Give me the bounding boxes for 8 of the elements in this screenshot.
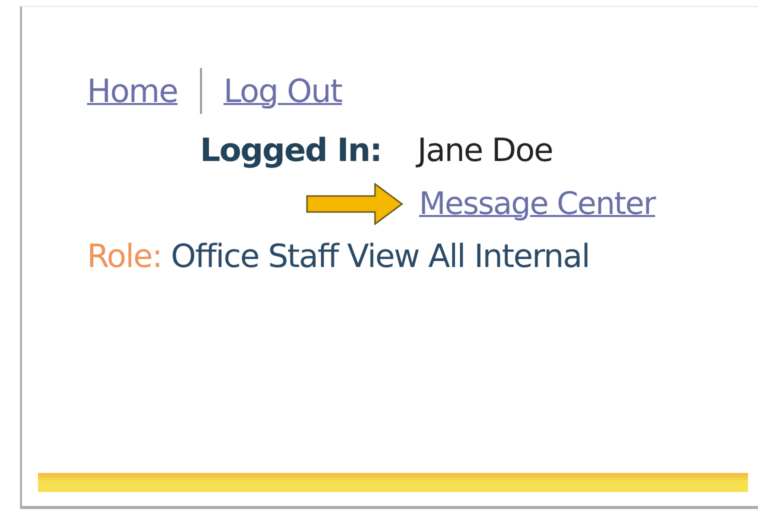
nav-link[interactable]: Log Out <box>224 72 342 110</box>
arrow-icon <box>305 181 405 227</box>
nav-link[interactable]: Home <box>87 72 178 110</box>
message-center-link[interactable]: Message Center <box>419 186 656 222</box>
logged-in-label: Logged In: <box>200 131 382 169</box>
role-label: Role: <box>87 237 162 275</box>
role-value: Office Staff View All Internal <box>170 237 590 275</box>
user-name: Jane Doe <box>417 131 553 169</box>
